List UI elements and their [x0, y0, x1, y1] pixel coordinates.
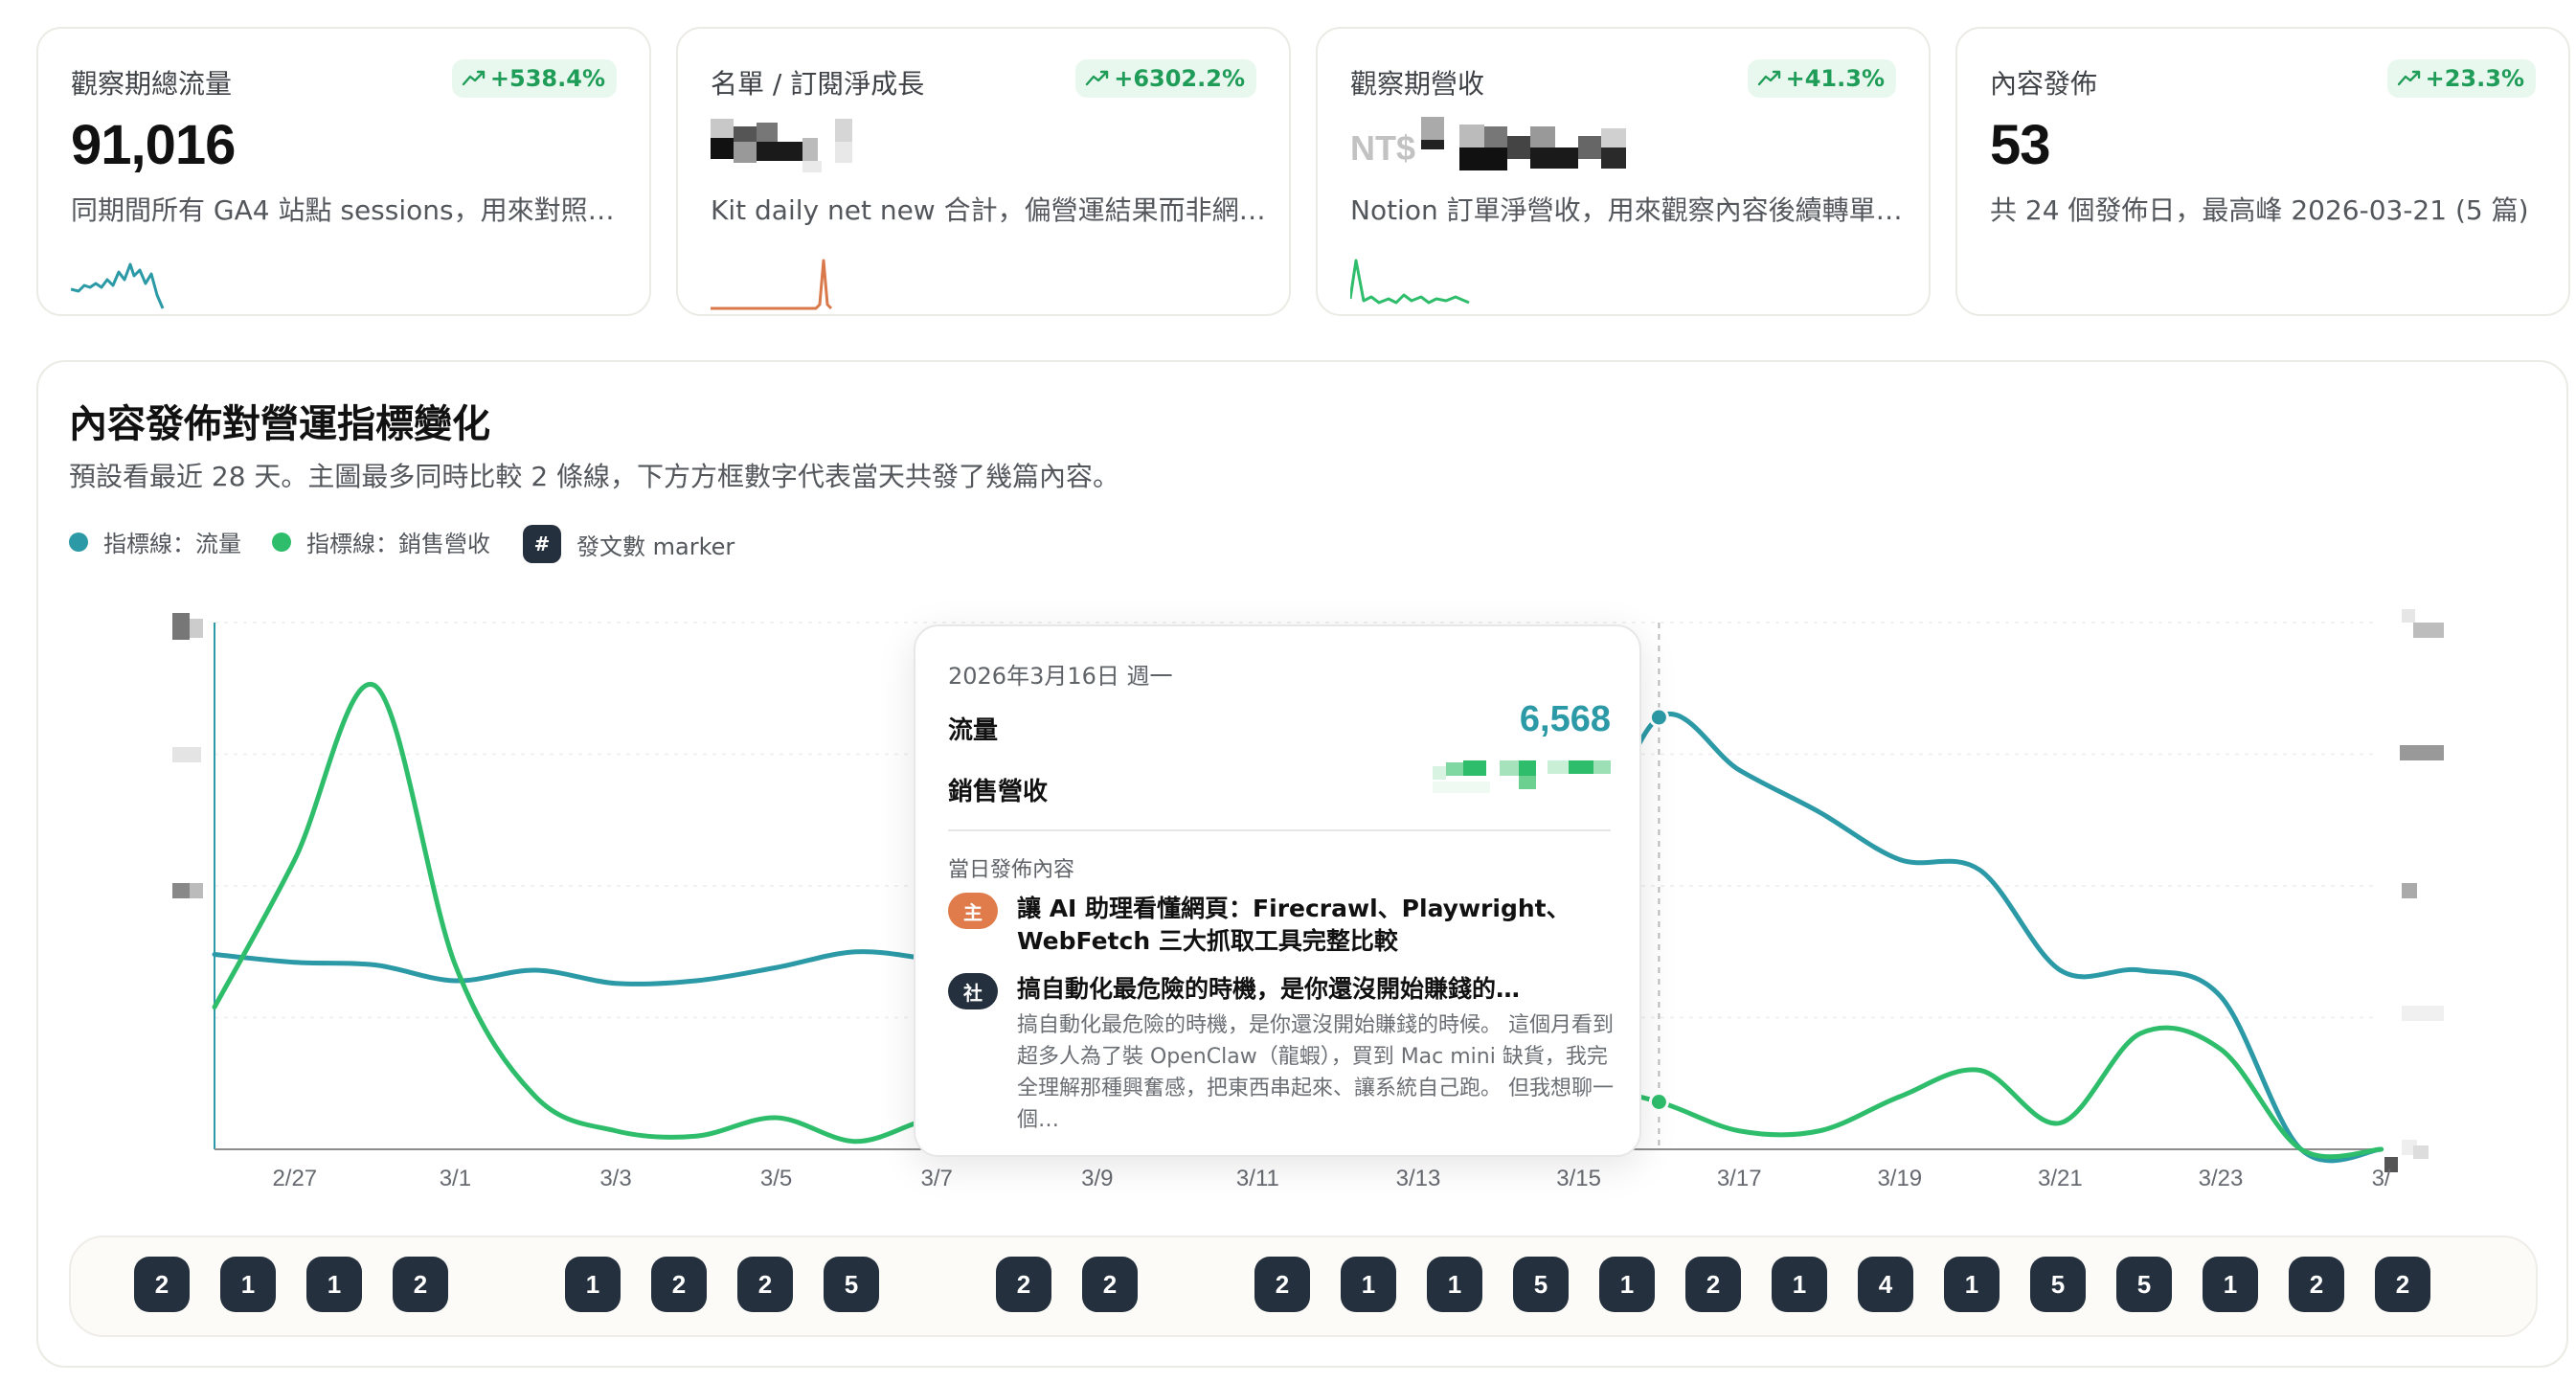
x-tick-label: 3/9 — [1081, 1166, 1113, 1191]
tooltip-divider — [948, 829, 1611, 831]
post-count-marker[interactable]: 5 — [2030, 1257, 2086, 1312]
post-count-marker[interactable]: 1 — [2203, 1257, 2258, 1312]
redacted-revenue-value — [1433, 760, 1615, 799]
x-tick-label: 3/11 — [1236, 1166, 1279, 1191]
post-count-marker[interactable]: 2 — [134, 1257, 190, 1312]
redacted-y-label — [2413, 1145, 2429, 1159]
x-tick-label: 3/7 — [921, 1166, 953, 1191]
post-count-marker[interactable]: 1 — [1341, 1257, 1396, 1312]
post-tag-social: 社 — [948, 973, 998, 1009]
post-count-marker[interactable]: 1 — [1427, 1257, 1482, 1312]
post-count-marker[interactable]: 1 — [565, 1257, 621, 1312]
x-tick-label: 3/23 — [2199, 1166, 2244, 1191]
post-count-marker[interactable]: 1 — [1944, 1257, 2000, 1312]
x-tick-label: 3/19 — [1877, 1166, 1922, 1191]
post-count-marker[interactable]: 2 — [737, 1257, 793, 1312]
x-tick-label: 3/ — [2372, 1166, 2391, 1191]
x-tick-label: 3/15 — [1556, 1166, 1601, 1191]
post-count-marker[interactable]: 5 — [1513, 1257, 1569, 1312]
post-title[interactable]: 搞自動化最危險的時機，是你還沒開始賺錢的… — [1017, 973, 1611, 1006]
tooltip-traffic-label: 流量 — [948, 716, 999, 745]
post-count-marker[interactable]: 2 — [393, 1257, 448, 1312]
post-count-marker[interactable]: 1 — [1599, 1257, 1655, 1312]
post-count-marker[interactable]: 1 — [1772, 1257, 1827, 1312]
post-count-marker[interactable]: 2 — [1685, 1257, 1741, 1312]
redacted-y-label — [2402, 609, 2415, 623]
post-tag-main: 主 — [948, 893, 998, 929]
redacted-y-label — [190, 619, 203, 638]
dashboard: 觀察期總流量 +538.4% 91,016 同期間所有 GA4 站點 sessi… — [0, 0, 2576, 1383]
x-tick-label: 3/17 — [1717, 1166, 1762, 1191]
x-tick-label: 3/21 — [2038, 1166, 2083, 1191]
post-count-marker[interactable]: 1 — [306, 1257, 362, 1312]
redacted-y-label — [190, 883, 203, 898]
x-axis-ticks: 2/27 3/1 3/3 3/5 3/7 3/9 3/11 3/13 3/15 3/17 3/19 3… — [272, 1166, 2390, 1191]
post-excerpt: 搞自動化最危險的時機，是你還沒開始賺錢的時候。 這個月看到超多人為了裝 Open… — [1017, 1013, 1614, 1132]
post-count-marker[interactable]: 2 — [2375, 1257, 2430, 1312]
post-count-marker[interactable]: 2 — [2289, 1257, 2344, 1312]
x-tick-label: 3/5 — [760, 1166, 792, 1191]
post-count-marker[interactable]: 2 — [1082, 1257, 1138, 1312]
post-count-marker[interactable]: 1 — [220, 1257, 276, 1312]
redacted-y-label — [2402, 1006, 2444, 1021]
hover-point-0 — [1648, 707, 1669, 728]
post-count-marker[interactable]: 4 — [1858, 1257, 1913, 1312]
chart-tooltip: 2026年3月16日 週一 流量 6,568 銷售營收 當日發佈內容 主 讓 A… — [914, 624, 1641, 1157]
x-tick-label: 2/27 — [272, 1166, 317, 1191]
redacted-y-label — [2400, 745, 2444, 760]
redacted-y-label — [172, 613, 190, 640]
y-axis-left — [172, 613, 215, 1149]
post-count-marker[interactable]: 5 — [2116, 1257, 2172, 1312]
x-tick-label: 3/3 — [599, 1166, 631, 1191]
post-title[interactable]: 讓 AI 助理看懂網頁：Firecrawl、Playwright、WebFetc… — [1017, 893, 1611, 958]
hover-point-1 — [1648, 1092, 1669, 1112]
tooltip-posts-label: 當日發佈內容 — [948, 858, 1075, 882]
redacted-y-label — [2402, 883, 2417, 898]
redacted-y-label — [172, 747, 201, 762]
y-axis-right — [2384, 609, 2444, 1172]
post-count-marker[interactable]: 2 — [651, 1257, 707, 1312]
post-count-marker[interactable]: 5 — [824, 1257, 879, 1312]
redacted-y-label — [2413, 623, 2444, 638]
x-tick-label: 3/1 — [440, 1166, 471, 1191]
post-count-marker[interactable]: 2 — [996, 1257, 1051, 1312]
tooltip-revenue-label: 銷售營收 — [948, 778, 1049, 806]
x-tick-label: 3/13 — [1396, 1166, 1441, 1191]
tooltip-traffic-value: 6,568 — [1519, 699, 1611, 739]
tooltip-date: 2026年3月16日 週一 — [948, 663, 1173, 690]
post-count-marker[interactable]: 2 — [1254, 1257, 1310, 1312]
